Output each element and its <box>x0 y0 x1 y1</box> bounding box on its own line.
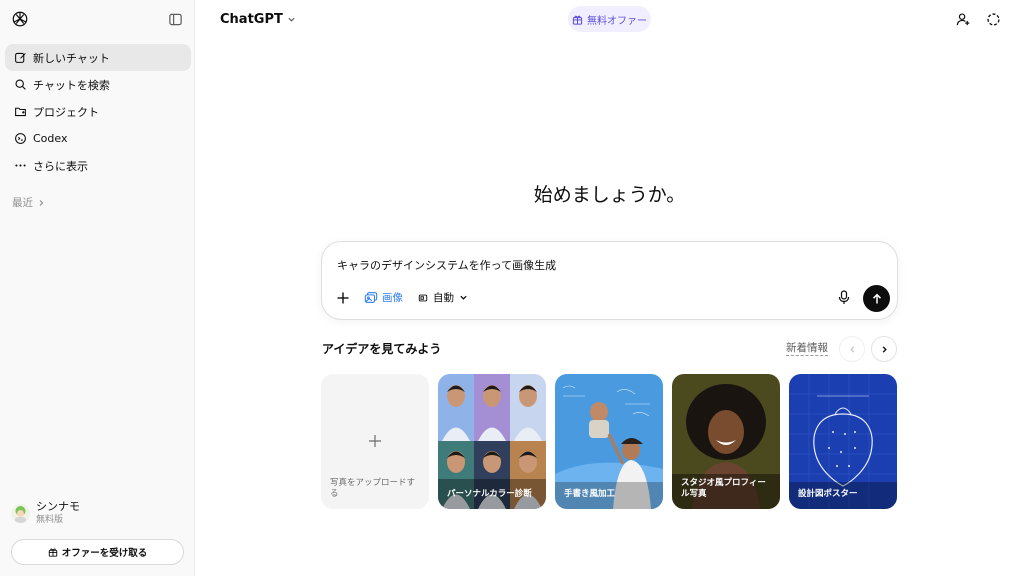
idea-card-upload-photo[interactable]: 写真をアップロードする <box>321 374 429 509</box>
gift-icon <box>572 15 583 25</box>
free-offer-button[interactable]: 無料オファー <box>568 6 651 32</box>
sidebar-item-label: Codex <box>33 132 68 145</box>
chevron-right-icon <box>882 345 887 353</box>
image-tool-label: 画像 <box>382 292 403 304</box>
edit-icon <box>13 51 27 65</box>
sidebar-item-codex[interactable]: Codex <box>5 125 191 152</box>
free-offer-label: 無料オファー <box>587 15 647 27</box>
model-selector[interactable]: ChatGPT <box>220 12 296 27</box>
sidebar-item-label: チャットを検索 <box>33 78 110 92</box>
card-label: 設計図ポスター <box>798 489 858 499</box>
claim-offer-button[interactable]: オファーを受け取る <box>11 539 184 565</box>
user-name: シンナモ <box>36 500 80 513</box>
openai-logo-icon[interactable] <box>11 10 29 28</box>
mode-icon <box>418 294 428 301</box>
temporary-chat-icon[interactable] <box>986 12 1001 27</box>
carousel-prev-button[interactable] <box>839 336 865 362</box>
card-label: パーソナルカラー診断 <box>447 489 532 499</box>
sidebar-item-label: さらに表示 <box>33 159 88 173</box>
greeting-heading: 始めましょうか。 <box>533 184 686 206</box>
composer: キャラのデザインシステムを作って画像生成 画像 自動 <box>321 241 898 320</box>
card-label: 写真をアップロードする <box>330 478 416 499</box>
sidebar: 新しいチャット チャットを検索 プロジェクト Codex さらに表示 最近 シン… <box>0 0 195 576</box>
mode-selector[interactable]: 自動 <box>418 290 468 305</box>
sidebar-item-label: プロジェクト <box>33 105 99 119</box>
sidebar-toggle-icon[interactable] <box>168 12 183 27</box>
avatar <box>11 503 30 523</box>
idea-card-studio-profile[interactable]: スタジオ風プロフィール写真 <box>672 374 780 509</box>
chevron-down-icon <box>460 295 467 300</box>
user-profile[interactable]: シンナモ 無料版 <box>11 500 80 526</box>
sidebar-item-label: 新しいチャット <box>33 51 110 65</box>
more-icon <box>13 159 27 173</box>
add-user-icon[interactable] <box>956 12 971 27</box>
ideas-heading: アイデアを見てみよう <box>322 342 442 356</box>
codex-icon <box>13 132 27 146</box>
idea-card-handwritten[interactable]: 手書き風加工 <box>555 374 663 509</box>
arrow-up-icon <box>872 293 881 303</box>
idea-card-blueprint-poster[interactable]: 設計図ポスター <box>789 374 897 509</box>
idea-card-personal-color[interactable]: パーソナルカラー診断 <box>438 374 546 509</box>
gift-icon <box>48 548 57 557</box>
sidebar-header <box>0 0 195 40</box>
image-tool-button[interactable]: 画像 <box>364 290 403 305</box>
claim-offer-label: オファーを受け取る <box>61 548 148 559</box>
sidebar-item-search-chats[interactable]: チャットを検索 <box>5 71 191 98</box>
card-label: 手書き風加工 <box>564 489 616 499</box>
sidebar-item-projects[interactable]: プロジェクト <box>5 98 191 125</box>
search-icon <box>13 78 27 92</box>
microphone-icon[interactable] <box>837 290 851 305</box>
sidebar-item-new-chat[interactable]: 新しいチャット <box>5 44 191 71</box>
sidebar-nav: 新しいチャット チャットを検索 プロジェクト Codex さらに表示 <box>5 44 191 179</box>
chevron-down-icon <box>288 17 295 22</box>
whats-new-link[interactable]: 新着情報 <box>786 342 828 356</box>
prompt-input[interactable]: キャラのデザインシステムを作って画像生成 <box>337 257 556 273</box>
model-name: ChatGPT <box>220 12 283 27</box>
sidebar-item-more[interactable]: さらに表示 <box>5 152 191 179</box>
card-label: スタジオ風プロフィール写真 <box>681 478 766 499</box>
plus-icon <box>369 435 381 447</box>
user-plan: 無料版 <box>36 515 64 525</box>
carousel-next-button[interactable] <box>871 336 897 362</box>
chevron-left-icon <box>849 345 854 353</box>
image-icon <box>364 292 378 303</box>
mode-label: 自動 <box>433 292 454 304</box>
send-button[interactable] <box>863 285 890 312</box>
add-attachment-icon[interactable] <box>336 291 350 305</box>
folder-icon <box>13 105 27 119</box>
